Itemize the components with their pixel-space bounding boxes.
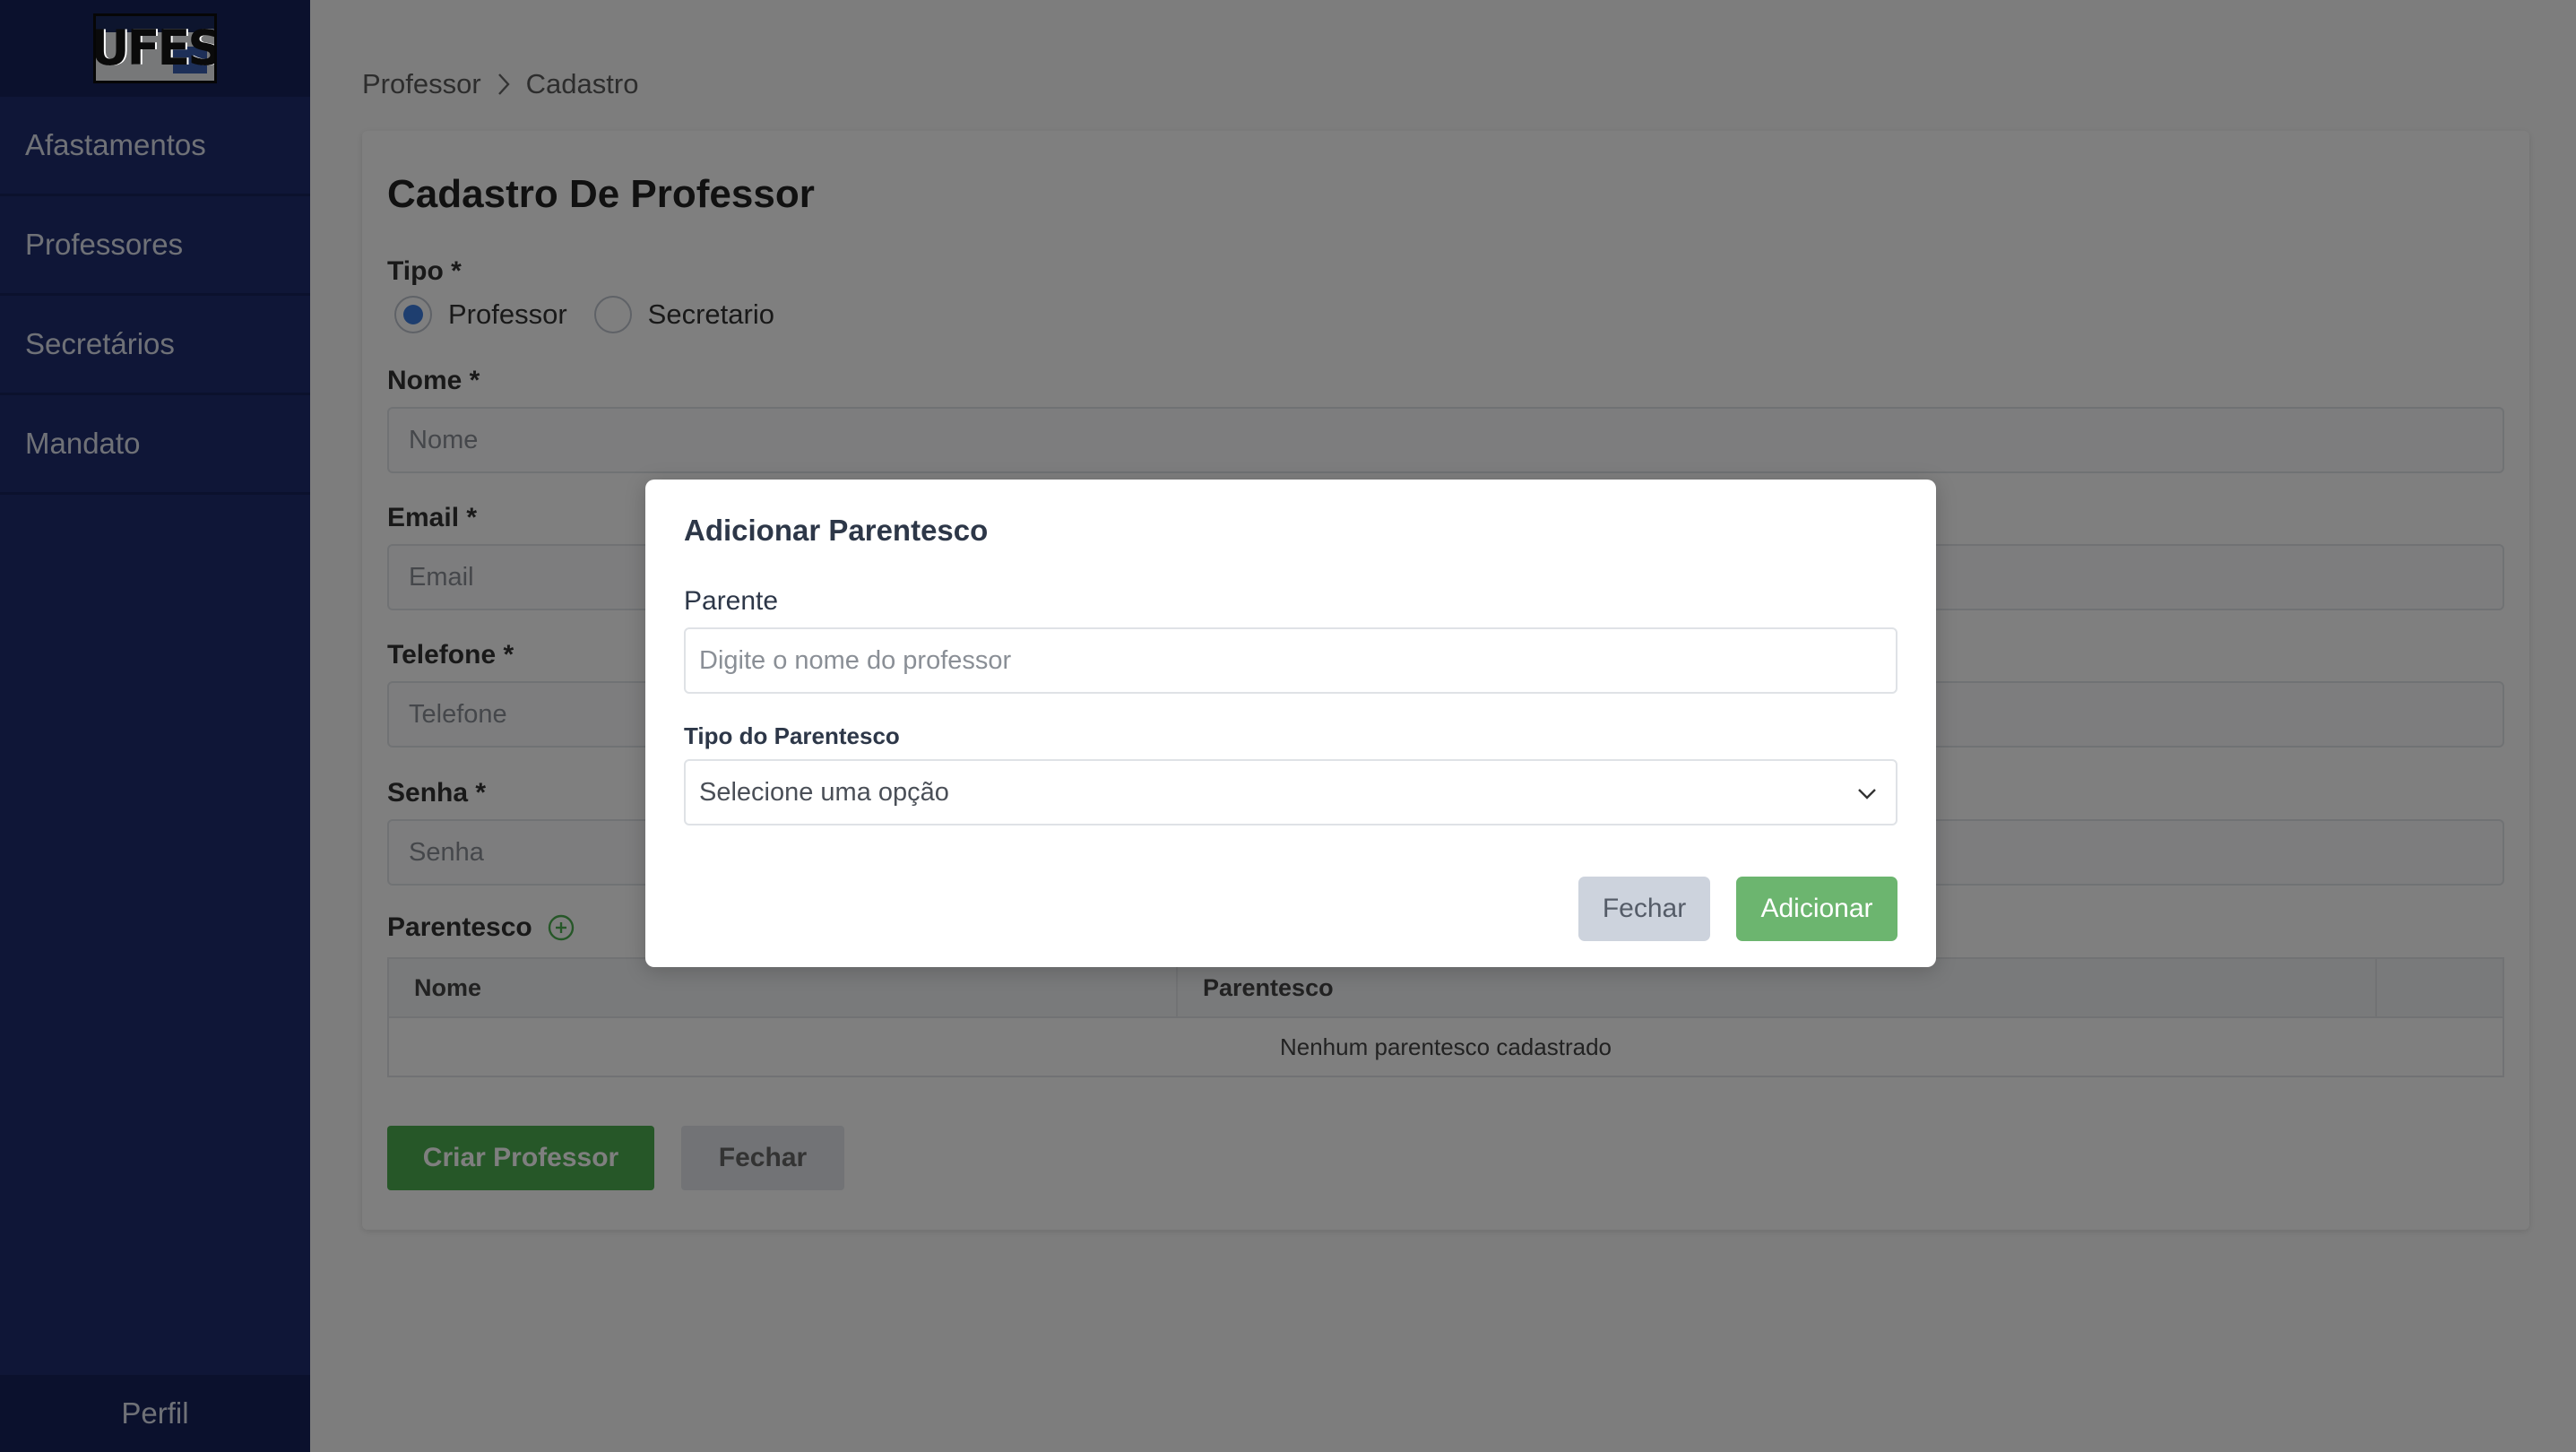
select-value: Selecione uma opção [699, 777, 949, 807]
modal-add-button[interactable]: Adicionar [1736, 877, 1897, 941]
modal-close-button[interactable]: Fechar [1578, 877, 1710, 941]
parente-label: Parente [684, 586, 779, 616]
tipo-parentesco-label: Tipo do Parentesco [684, 722, 900, 749]
tipo-parentesco-select[interactable]: Selecione uma opção [684, 759, 1897, 825]
chevron-down-icon [1858, 789, 1876, 799]
logo-text: UFES [93, 20, 217, 76]
modal-title: Adicionar Parentesco [684, 514, 989, 547]
add-parentesco-modal: Adicionar Parentesco Parente Tipo do Par… [645, 480, 1936, 967]
parente-search-input[interactable] [684, 627, 1897, 694]
ufes-logo[interactable]: UFES [93, 13, 217, 83]
